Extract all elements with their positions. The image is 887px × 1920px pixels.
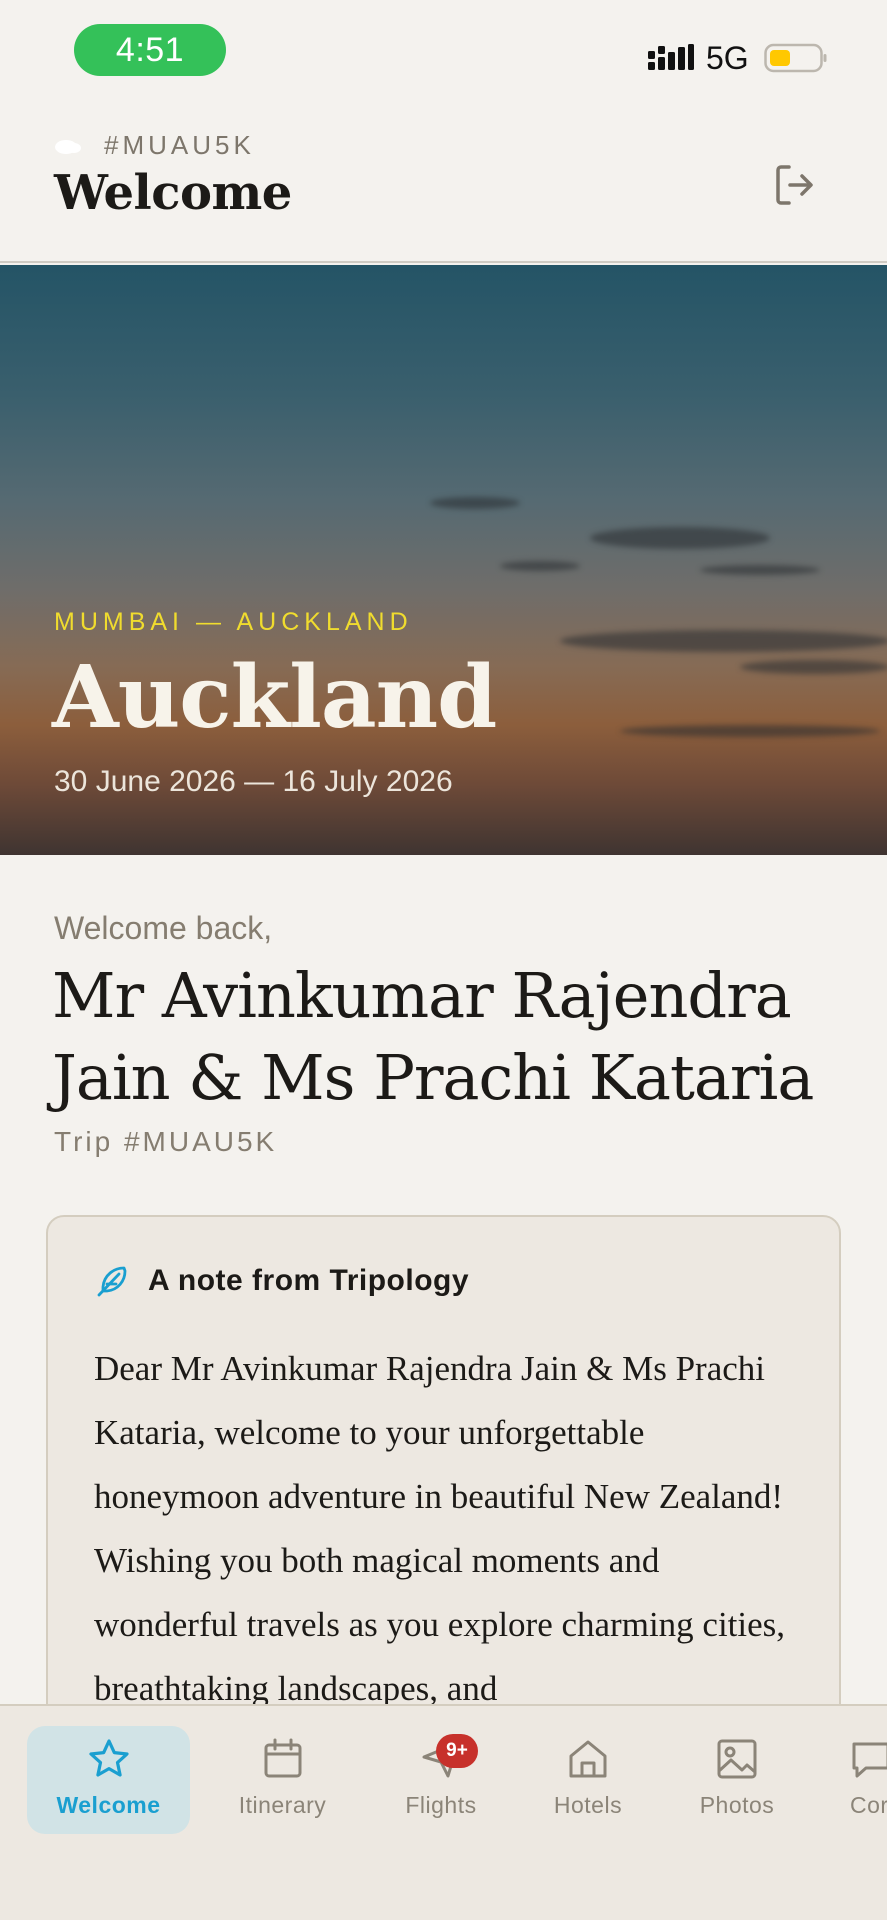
image-icon: [717, 1739, 757, 1779]
hero-city: Auckland: [52, 647, 497, 748]
cloud-icon: [55, 139, 81, 154]
chat-icon: [852, 1742, 887, 1778]
hero-cloud: [590, 527, 770, 549]
tab-photos[interactable]: Photos: [672, 1726, 802, 1834]
trip-reference: Trip #MUAU5K: [54, 1126, 278, 1157]
home-icon: [569, 1740, 607, 1778]
star-icon: [88, 1739, 129, 1777]
note-title: A note from Tripology: [148, 1264, 470, 1297]
hero-cloud: [500, 561, 580, 571]
hero-cloud: [740, 660, 887, 674]
app-header: #MUAU5K Welcome: [0, 110, 887, 263]
tab-flights-label: Flights: [405, 1792, 477, 1818]
signal-icon: [648, 44, 694, 70]
hero-cloud: [430, 497, 520, 509]
status-bar: 4:51 5G: [0, 0, 887, 100]
guest-names-line2: Jain & Ms Prachi Kataria: [52, 1041, 814, 1114]
guest-names-line1: Mr Avinkumar Rajendra: [52, 959, 792, 1032]
tab-contact[interactable]: Cor: [838, 1726, 887, 1834]
network-type: 5G: [706, 40, 749, 76]
tab-hotels[interactable]: Hotels: [523, 1726, 653, 1834]
tab-itinerary-label: Itinerary: [238, 1792, 327, 1818]
note-header: A note from Tripology: [94, 1263, 469, 1299]
tab-hotels-label: Hotels: [553, 1792, 623, 1818]
note-card: A note from Tripology Dear Mr Avinkumar …: [46, 1215, 841, 1775]
tab-contact-label: Cor: [850, 1792, 887, 1818]
tab-welcome[interactable]: Welcome: [27, 1726, 190, 1834]
guest-names: Mr Avinkumar Rajendra Jain & Ms Prachi K…: [52, 955, 852, 1119]
hero-cloud: [620, 725, 880, 737]
header-trip-code: #MUAU5K: [104, 130, 255, 160]
feather-icon: [97, 1266, 127, 1297]
hero-cloud: [560, 630, 887, 652]
status-time: 4:51: [74, 24, 226, 76]
bottom-nav: Welcome Itinerary Flights 9+ Hotels Phot…: [0, 1704, 887, 1920]
note-body: Dear Mr Avinkumar Rajendra Jain & Ms Pra…: [94, 1349, 786, 1708]
flights-badge: 9+: [436, 1734, 478, 1768]
hero-cloud: [700, 565, 820, 575]
tab-photos-label: Photos: [699, 1792, 775, 1818]
logout-icon[interactable]: [772, 162, 818, 208]
battery-icon: [764, 43, 827, 73]
welcome-greeting: Welcome back,: [54, 910, 273, 946]
tab-welcome-label: Welcome: [56, 1792, 161, 1818]
hero-dates: 30 June 2026 — 16 July 2026: [54, 765, 453, 798]
hero-route: MUMBAI — AUCKLAND: [54, 608, 413, 636]
tab-itinerary[interactable]: Itinerary: [205, 1726, 360, 1834]
trip-code-row: #MUAU5K: [54, 130, 255, 161]
hero-banner: MUMBAI — AUCKLAND Auckland 30 June 2026 …: [0, 265, 887, 855]
calendar-icon: [264, 1738, 301, 1778]
page-title: Welcome: [54, 165, 292, 221]
